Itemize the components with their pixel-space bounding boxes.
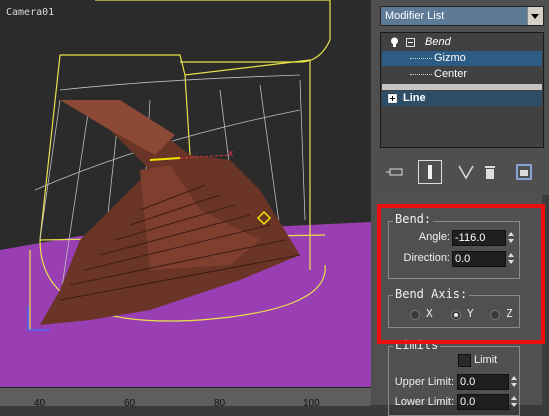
upper-limit-input[interactable]: 0.0 xyxy=(457,374,509,390)
stack-item-label: Bend xyxy=(425,36,451,48)
stack-item-label: Line xyxy=(403,92,426,104)
stack-item-line[interactable]: Line xyxy=(382,91,542,106)
modifier-list-dropdown[interactable]: Modifier List xyxy=(380,6,544,26)
make-unique-icon[interactable] xyxy=(454,160,478,184)
ruler-tick: 60 xyxy=(124,398,136,409)
viewport-scene: x xyxy=(0,0,371,387)
ruler-tick: 100 xyxy=(303,398,320,409)
modifier-stack[interactable]: Bend Gizmo Center Line xyxy=(380,32,544,148)
ruler-tick: 80 xyxy=(214,398,226,409)
stack-item-gizmo[interactable]: Gizmo xyxy=(382,51,542,66)
time-ruler[interactable]: 40 60 80 100 xyxy=(0,387,371,409)
lower-limit-input[interactable]: 0.0 xyxy=(457,394,509,410)
stack-item-bend[interactable]: Bend xyxy=(382,35,542,50)
lightbulb-icon[interactable] xyxy=(390,37,399,48)
stack-item-center[interactable]: Center xyxy=(382,67,542,82)
configure-sets-icon[interactable] xyxy=(512,160,536,184)
highlight-annotation xyxy=(377,204,545,344)
stack-separator xyxy=(382,84,542,90)
remove-modifier-icon[interactable] xyxy=(478,160,502,184)
upper-limit-spinner[interactable] xyxy=(510,374,519,390)
pin-stack-icon[interactable] xyxy=(384,160,408,184)
lower-limit-spinner[interactable] xyxy=(510,394,519,410)
modifier-stack-toolbar xyxy=(378,158,546,188)
viewport-label[interactable]: Camera01 xyxy=(6,7,54,18)
lower-limit-label: Lower Limit: xyxy=(394,396,454,408)
limit-checkbox[interactable] xyxy=(458,354,471,367)
svg-text:x: x xyxy=(228,149,234,159)
ruler-tick: 40 xyxy=(34,398,46,409)
upper-limit-label: Upper Limit: xyxy=(394,376,454,388)
tree-line xyxy=(410,58,432,59)
limit-checkbox-label: Limit xyxy=(474,354,498,366)
stack-item-label: Gizmo xyxy=(434,52,466,64)
camera-viewport[interactable]: x Camera01 xyxy=(0,0,372,387)
tree-line xyxy=(410,74,432,75)
chevron-down-icon[interactable] xyxy=(527,7,543,25)
stack-item-label: Center xyxy=(434,68,468,80)
plus-icon[interactable] xyxy=(388,94,397,103)
modifier-list-label: Modifier List xyxy=(385,10,445,22)
minus-icon[interactable] xyxy=(406,38,415,47)
show-end-result-icon[interactable] xyxy=(418,160,442,184)
